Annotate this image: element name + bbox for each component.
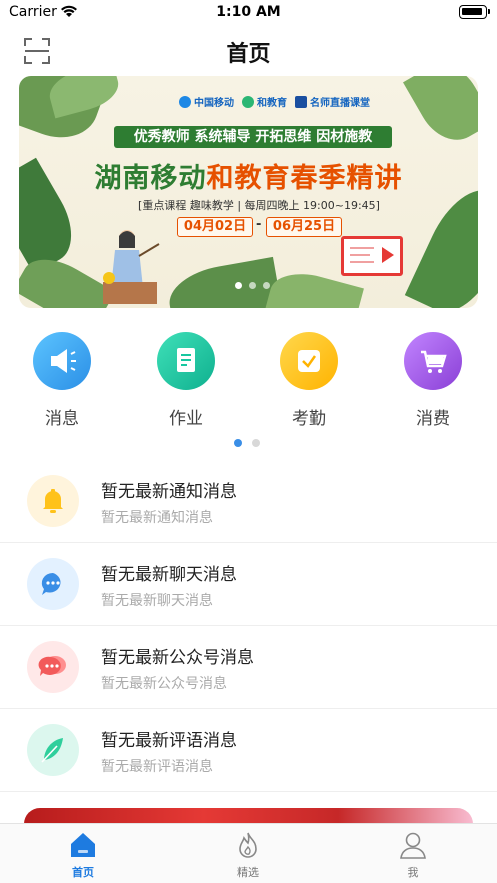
play-icon (382, 247, 394, 263)
quick-menu-homework[interactable]: 作业 (141, 332, 231, 429)
banner-dot[interactable] (263, 282, 270, 289)
list-item-official-account[interactable]: 暂无最新公众号消息 暂无最新公众号消息 (0, 626, 497, 709)
quick-menu-spending[interactable]: 消费 (388, 332, 478, 429)
tab-bar: 首页 精选 我 (0, 823, 497, 883)
quick-menu-label: 作业 (169, 409, 203, 429)
megaphone-icon (33, 332, 91, 390)
quick-menu-pagination (234, 439, 260, 447)
list-item-title: 暂无最新聊天消息 (101, 565, 237, 585)
official-account-icon (27, 641, 79, 693)
teacher-illustration (103, 230, 160, 304)
list-item-notice[interactable]: 暂无最新通知消息 暂无最新通知消息 (0, 460, 497, 543)
checkbox-icon (280, 332, 338, 390)
chat-bubble-icon (27, 558, 79, 610)
page-dot[interactable] (252, 439, 260, 447)
list-item-subtitle: 暂无最新通知消息 (101, 510, 213, 526)
flame-icon (239, 832, 257, 858)
list-item-title: 暂无最新通知消息 (101, 482, 237, 502)
banner-headline: 湖南移动和教育春季精讲 (67, 156, 430, 195)
promo-banner[interactable]: 中国移动 和教育 名师直播课堂 优秀教师 系统辅导 开拓思维 因材施教 湖南移动… (19, 76, 478, 308)
quick-menu-attendance[interactable]: 考勤 (264, 332, 354, 429)
list-item-subtitle: 暂无最新评语消息 (101, 759, 213, 775)
date-separator: - (256, 217, 262, 232)
end-date: 06月25日 (266, 217, 342, 237)
quick-menu-label: 消费 (416, 409, 450, 429)
china-mobile-logo: 中国移动 (179, 94, 234, 109)
banner-subline: [重点课程 趣味教学 | 每周四晚上 19:00~19:45] (138, 199, 380, 212)
tab-label: 首页 (72, 866, 94, 879)
tab-featured[interactable]: 精选 (208, 830, 288, 880)
cart-icon (404, 332, 462, 390)
headline-part-1: 湖南移动 (94, 163, 207, 194)
list-item-chat[interactable]: 暂无最新聊天消息 暂无最新聊天消息 (0, 543, 497, 626)
bell-icon (27, 475, 79, 527)
feather-icon (27, 724, 79, 776)
page-dot[interactable] (234, 439, 242, 447)
start-date: 04月02日 (177, 217, 253, 237)
document-icon (157, 332, 215, 390)
quick-menu-label: 消息 (45, 409, 79, 429)
list-item-subtitle: 暂无最新聊天消息 (101, 593, 213, 609)
headline-part-2: 和教育春季精讲 (206, 163, 403, 194)
list-item-title: 暂无最新公众号消息 (101, 648, 254, 668)
list-item-title: 暂无最新评语消息 (101, 731, 237, 751)
leaf-decoration (403, 76, 478, 152)
banner-dot[interactable] (235, 282, 242, 289)
page-title: 首页 (226, 42, 271, 67)
quick-menu-label: 考勤 (292, 409, 326, 429)
live-class-logo: 名师直播课堂 (295, 94, 370, 109)
status-time: 1:10 AM (216, 4, 281, 20)
leaf-decoration (404, 177, 478, 308)
person-icon (400, 832, 426, 859)
list-item-comment[interactable]: 暂无最新评语消息 暂无最新评语消息 (0, 709, 497, 792)
banner-tagline: 优秀教师 系统辅导 开拓思维 因材施教 (114, 126, 392, 148)
tab-label: 我 (407, 866, 419, 879)
tab-home[interactable]: 首页 (43, 830, 123, 880)
banner-dot[interactable] (249, 282, 256, 289)
tab-me[interactable]: 我 (373, 830, 453, 880)
list-item-subtitle: 暂无最新公众号消息 (101, 676, 227, 692)
quick-menu-messages[interactable]: 消息 (17, 332, 107, 429)
tab-label: 精选 (237, 866, 259, 879)
battery-icon (459, 5, 490, 19)
navigation-bar: 首页 (0, 26, 497, 74)
brand-logos: 中国移动 和教育 名师直播课堂 (179, 94, 370, 109)
banner-pagination (235, 282, 270, 289)
he-education-logo: 和教育 (242, 94, 287, 109)
video-board-illustration (341, 236, 403, 276)
status-bar: Carrier 1:10 AM (0, 0, 497, 26)
home-icon (71, 833, 95, 857)
